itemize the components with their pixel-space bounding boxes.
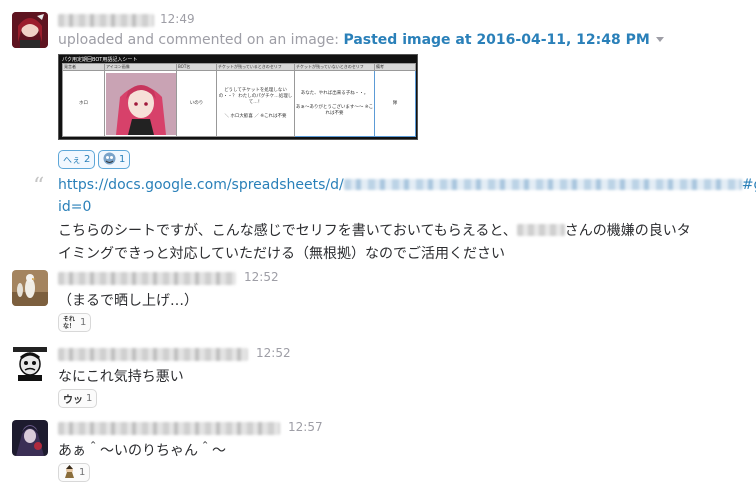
sheet-header: BOT名: [176, 63, 217, 71]
sheet-header: アイコン画像: [104, 63, 177, 71]
sheet-header: チケットが残っているときのセリフ: [216, 63, 295, 71]
comment-line-2: イミングできっと対応していただける（無根拠）なのでご活用ください: [58, 246, 506, 262]
link-redacted: [343, 179, 742, 190]
timestamp[interactable]: 12:52: [244, 270, 279, 284]
comment-part-a: こちらのシートですが、こんな感じでセリフを書いておいてもらえると、: [58, 223, 517, 239]
timestamp[interactable]: 12:52: [256, 346, 291, 360]
character-emoji-icon: [63, 464, 76, 481]
reaction-count: 2: [84, 154, 91, 165]
user-avatar[interactable]: [12, 12, 48, 48]
sheet-table: 発言者 アイコン画像 BOT名 チケットが残っているときのセリフ チケットが残っ…: [62, 63, 416, 137]
sheet-cell-note: ＼ ホロ大歓喜 ／ ※これは不要: [224, 113, 287, 119]
username-redacted[interactable]: [58, 272, 236, 285]
reaction-count: 1: [79, 467, 86, 478]
sheet-header: 備考: [374, 63, 416, 71]
user-avatar[interactable]: [12, 270, 48, 306]
reaction-count: 1: [80, 317, 87, 328]
sheet-cell: いのり: [176, 70, 217, 137]
quote-icon: “: [33, 174, 45, 199]
message-3: 12:52 なにこれ気持ち悪い ウッ 1: [0, 344, 756, 412]
uh-emoji: ウッ: [63, 395, 83, 406]
spreadsheet-link-continued[interactable]: id=0: [58, 199, 91, 215]
reaction-uh[interactable]: ウッ 1: [58, 389, 98, 408]
sheet-cell: ホロ: [62, 70, 105, 137]
upload-description: uploaded and commented on an image: Past…: [58, 32, 664, 48]
reaction-sorena[interactable]: それな！ 1: [58, 313, 92, 332]
sorena-emoji: それな！: [63, 315, 76, 330]
message-1: 12:49 uploaded and commented on an image…: [0, 10, 756, 262]
sheet-header: 発言者: [62, 63, 105, 71]
username-redacted[interactable]: [58, 348, 248, 361]
mention-redacted: [516, 224, 565, 236]
spreadsheet-image[interactable]: パク用定期回BOT用語記入シート 発言者 アイコン画像 BOT名 チケットが残っ…: [58, 54, 418, 140]
chevron-down-icon[interactable]: [655, 37, 664, 42]
reaction-hee-emoji: へぇ: [63, 156, 82, 166]
sheet-cell-note: あぁ〜ありがとうございます〜〜 ※これは不要: [295, 104, 374, 116]
upload-prefix: uploaded and commented on an image:: [58, 32, 339, 48]
link-end: #g: [741, 177, 756, 193]
sheet-cell: どうしてチケットを処理しないの・・？ わたしのパグチケ…処理して…！ ＼ ホロ大…: [216, 70, 295, 137]
sheet-cell-line: あなた、やれば出来る子ね・・。: [300, 90, 369, 96]
sheet-cell: あなた、やれば出来る子ね・・。 あぁ〜ありがとうございます〜〜 ※これは不要: [294, 70, 375, 137]
face-emoji-icon: [103, 152, 116, 168]
username-redacted[interactable]: [58, 14, 154, 27]
timestamp[interactable]: 12:49: [160, 12, 195, 26]
comment-line-1: こちらのシートですが、こんな感じでセリフを書いておいてもらえると、 さんの機嫌の良…: [58, 220, 691, 240]
sheet-cell: 隊: [374, 70, 416, 137]
user-avatar[interactable]: [12, 420, 48, 456]
message-4: 12:57 あぁ＾〜いのりちゃん＾〜 1: [0, 418, 756, 488]
reaction-count: 1: [86, 393, 93, 404]
sheet-cell-line: どうしてチケットを処理しないの・・？ わたしのパグチケ…処理して…！: [218, 87, 293, 105]
message-2: 12:52 （まるで晒し上げ…） それな！ 1: [0, 268, 756, 336]
anime-character-image: [105, 72, 176, 135]
reaction-face[interactable]: 1: [98, 150, 131, 169]
reaction-character[interactable]: 1: [58, 463, 91, 482]
timestamp[interactable]: 12:57: [288, 420, 323, 434]
message-text: あぁ＾〜いのりちゃん＾〜: [58, 443, 226, 459]
reaction-hee[interactable]: へぇ 2: [58, 150, 96, 169]
link-start: https://docs.google.com/spreadsheets/d/: [58, 177, 344, 193]
sheet-cell-image: [104, 70, 177, 137]
sheet-title: パク用定期回BOT用語記入シート: [62, 57, 138, 63]
spreadsheet-link[interactable]: https://docs.google.com/spreadsheets/d/ #…: [58, 177, 756, 193]
message-text: なにこれ気持ち悪い: [58, 369, 184, 385]
username-redacted[interactable]: [58, 422, 280, 435]
pasted-image-link[interactable]: Pasted image at 2016-04-11, 12:48 PM: [343, 32, 649, 48]
sheet-header: チケットが残っていないときのセリフ: [294, 63, 375, 71]
message-text: （まるで晒し上げ…）: [58, 293, 198, 309]
comment-part-b: さんの機嫌の良いタ: [564, 223, 691, 239]
reaction-count: 1: [119, 154, 126, 165]
user-avatar[interactable]: [12, 346, 48, 382]
